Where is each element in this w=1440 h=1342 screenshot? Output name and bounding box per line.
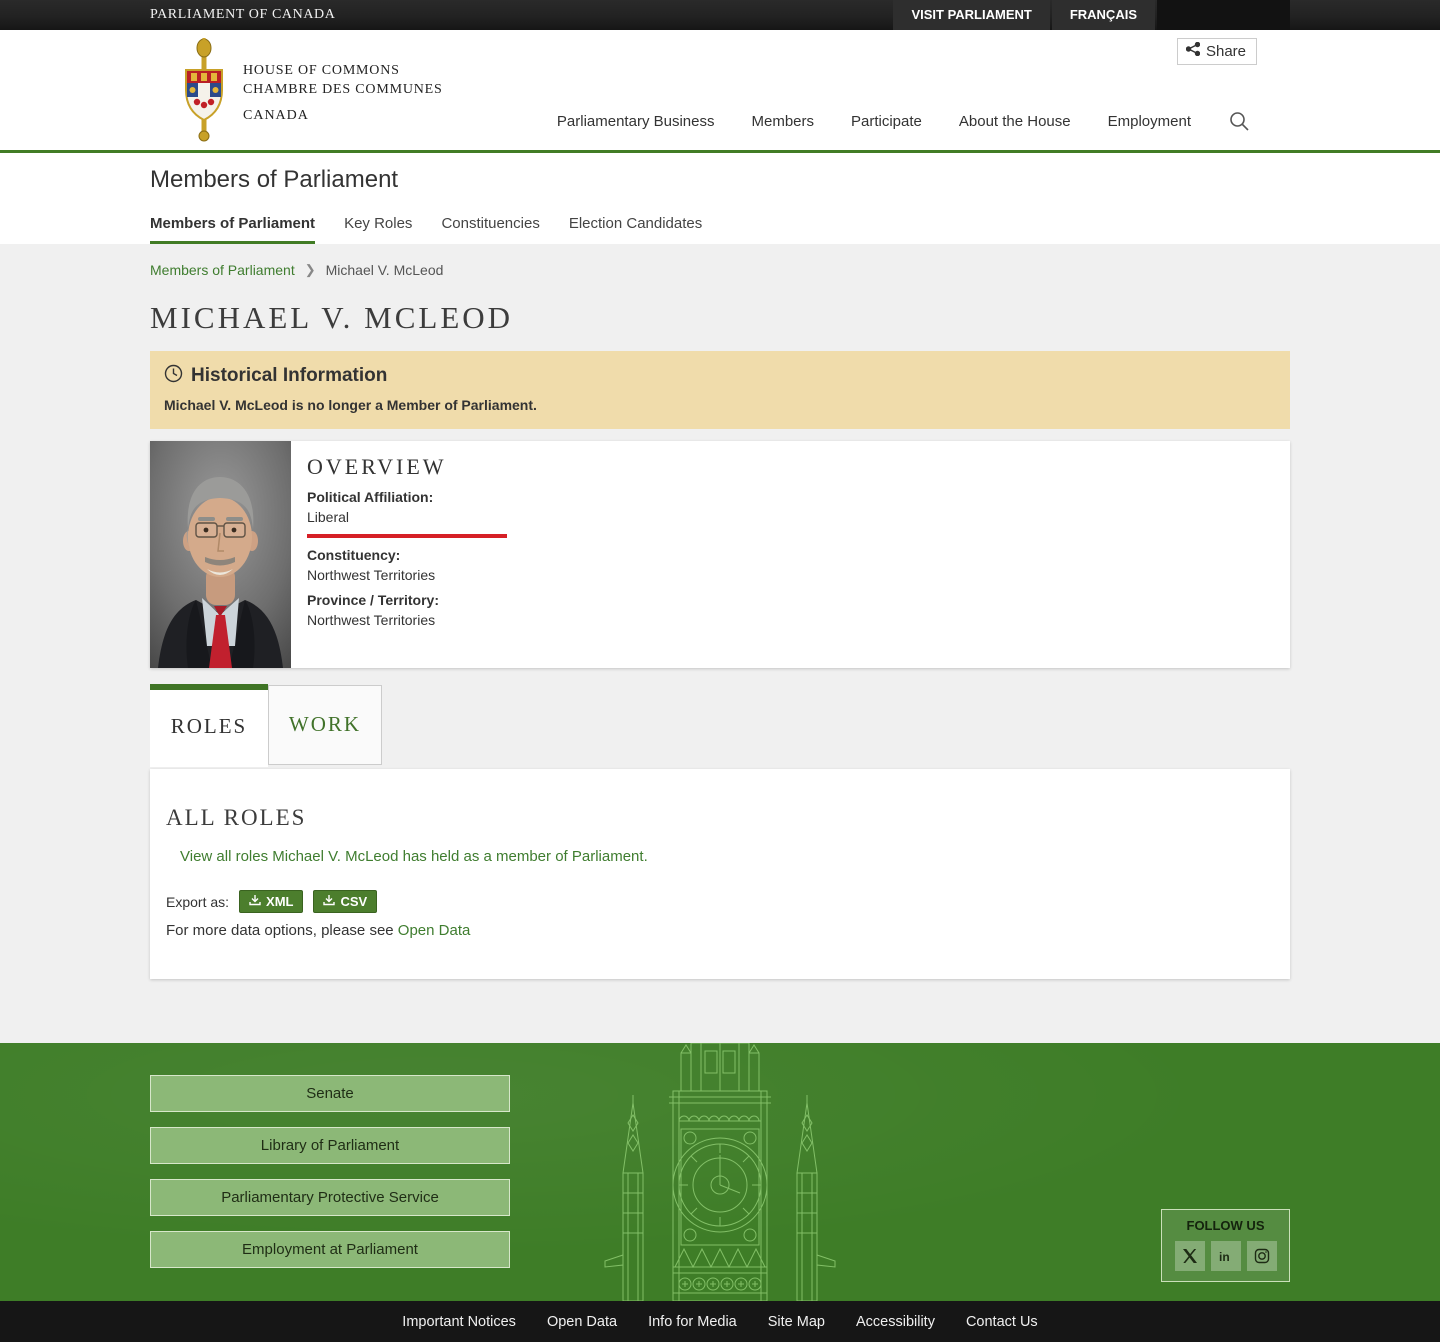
tab-work[interactable]: WORK xyxy=(268,685,382,765)
section-band: Members of Parliament Members of Parliam… xyxy=(0,153,1440,244)
mace-crest-icon xyxy=(175,38,233,147)
nav-employment[interactable]: Employment xyxy=(1108,113,1191,130)
nav-about-the-house[interactable]: About the House xyxy=(959,113,1071,130)
visit-parliament-link[interactable]: VISIT PARLIAMENT xyxy=(893,0,1050,30)
senate-button[interactable]: Senate xyxy=(150,1075,510,1112)
bottom-links-bar: Important Notices Open Data Info for Med… xyxy=(0,1301,1440,1342)
logo-line-3: CANADA xyxy=(243,108,309,123)
tab-members-of-parliament[interactable]: Members of Parliament xyxy=(150,215,316,244)
language-toggle-francais[interactable]: FRANÇAIS xyxy=(1051,0,1155,30)
export-xml-button[interactable]: XML xyxy=(239,890,304,913)
clock-icon xyxy=(164,364,183,388)
constituency-value: Northwest Territories xyxy=(307,567,436,583)
info-for-media-link[interactable]: Info for Media xyxy=(648,1314,737,1330)
province-value: Northwest Territories xyxy=(307,612,436,628)
library-of-parliament-button[interactable]: Library of Parliament xyxy=(150,1127,510,1164)
nav-members[interactable]: Members xyxy=(751,113,814,130)
export-csv-button[interactable]: CSV xyxy=(313,890,378,913)
more-data-text: For more data options, please see xyxy=(166,922,398,939)
house-of-commons-logo[interactable]: HOUSE OF COMMONS CHAMBRE DES COMMUNES CA… xyxy=(175,38,443,147)
linkedin-icon[interactable]: in xyxy=(1210,1241,1241,1271)
tab-key-roles[interactable]: Key Roles xyxy=(344,215,412,244)
historical-information-notice: Historical Information Michael V. McLeod… xyxy=(150,351,1290,429)
top-utility-bar: PARLIAMENT OF CANADA VISIT PARLIAMENT FR… xyxy=(0,0,1440,30)
download-icon xyxy=(323,894,336,909)
search-icon[interactable] xyxy=(1228,110,1250,132)
content-tabs: ROLES WORK xyxy=(150,684,1290,767)
breadcrumb: Members of Parliament ❯ Michael V. McLeo… xyxy=(150,262,1290,278)
open-data-link[interactable]: Open Data xyxy=(398,922,471,939)
contact-us-link[interactable]: Contact Us xyxy=(966,1314,1038,1330)
all-roles-panel: ALL ROLES View all roles Michael V. McLe… xyxy=(150,769,1290,979)
share-button[interactable]: Share xyxy=(1176,38,1257,65)
notice-message: Michael V. McLeod is no longer a Member … xyxy=(164,397,537,413)
main-navigation: Parliamentary Business Members Participa… xyxy=(557,110,1250,132)
party-color-rule xyxy=(307,534,507,538)
important-notices-link[interactable]: Important Notices xyxy=(402,1314,516,1330)
constituency-label: Constituency: xyxy=(307,547,401,563)
nav-participate[interactable]: Participate xyxy=(851,113,922,130)
province-label: Province / Territory: xyxy=(307,592,440,608)
svg-text:in: in xyxy=(1219,1250,1230,1264)
tab-roles[interactable]: ROLES xyxy=(150,684,268,767)
topbar-right-cap xyxy=(1157,0,1290,30)
section-title: Members of Parliament xyxy=(150,166,399,193)
export-as-label: Export as: xyxy=(166,893,230,910)
breadcrumb-members-link[interactable]: Members of Parliament xyxy=(150,262,295,278)
notice-title: Historical Information xyxy=(191,365,388,386)
page-content: Members of Parliament ❯ Michael V. McLeo… xyxy=(0,244,1440,1043)
site-footer: Senate Library of Parliament Parliamenta… xyxy=(0,1043,1440,1301)
overview-card: OVERVIEW Political Affiliation: Liberal … xyxy=(150,441,1290,668)
parliamentary-protective-service-button[interactable]: Parliamentary Protective Service xyxy=(150,1179,510,1216)
site-header: HOUSE OF COMMONS CHAMBRE DES COMMUNES CA… xyxy=(0,30,1440,153)
accessibility-link[interactable]: Accessibility xyxy=(856,1314,935,1330)
logo-line-2: CHAMBRE DES COMMUNES xyxy=(243,82,443,97)
parliament-of-canada-link[interactable]: PARLIAMENT OF CANADA xyxy=(150,0,335,30)
breadcrumb-current: Michael V. McLeod xyxy=(325,262,444,278)
follow-us-label: FOLLOW US xyxy=(1186,1218,1265,1233)
breadcrumb-chevron-icon: ❯ xyxy=(304,262,316,277)
download-icon xyxy=(249,894,261,909)
tab-election-candidates[interactable]: Election Candidates xyxy=(569,215,702,244)
logo-line-1: HOUSE OF COMMONS xyxy=(243,63,400,78)
share-label: Share xyxy=(1205,42,1246,60)
x-twitter-icon[interactable] xyxy=(1174,1241,1205,1271)
instagram-icon[interactable] xyxy=(1246,1241,1277,1271)
export-csv-label: CSV xyxy=(340,894,368,909)
member-portrait-photo xyxy=(150,441,291,668)
member-name-title: MICHAEL V. MCLEOD xyxy=(150,300,514,335)
site-map-link[interactable]: Site Map xyxy=(768,1314,825,1330)
nav-parliamentary-business[interactable]: Parliamentary Business xyxy=(557,113,715,130)
political-affiliation-label: Political Affiliation: xyxy=(307,489,434,505)
export-xml-label: XML xyxy=(266,894,294,909)
tab-constituencies[interactable]: Constituencies xyxy=(441,215,539,244)
view-all-roles-link[interactable]: View all roles Michael V. McLeod has hel… xyxy=(180,848,648,865)
all-roles-heading: ALL ROLES xyxy=(166,805,307,830)
share-icon xyxy=(1185,41,1201,60)
footer-button-group: Senate Library of Parliament Parliamenta… xyxy=(150,1075,510,1283)
political-affiliation-value: Liberal xyxy=(307,509,350,525)
follow-us-box: FOLLOW US in xyxy=(1161,1209,1290,1282)
section-tabs: Members of Parliament Key Roles Constitu… xyxy=(150,215,1290,244)
employment-at-parliament-button[interactable]: Employment at Parliament xyxy=(150,1231,510,1268)
open-data-footer-link[interactable]: Open Data xyxy=(547,1314,617,1330)
overview-heading: OVERVIEW xyxy=(307,454,447,479)
